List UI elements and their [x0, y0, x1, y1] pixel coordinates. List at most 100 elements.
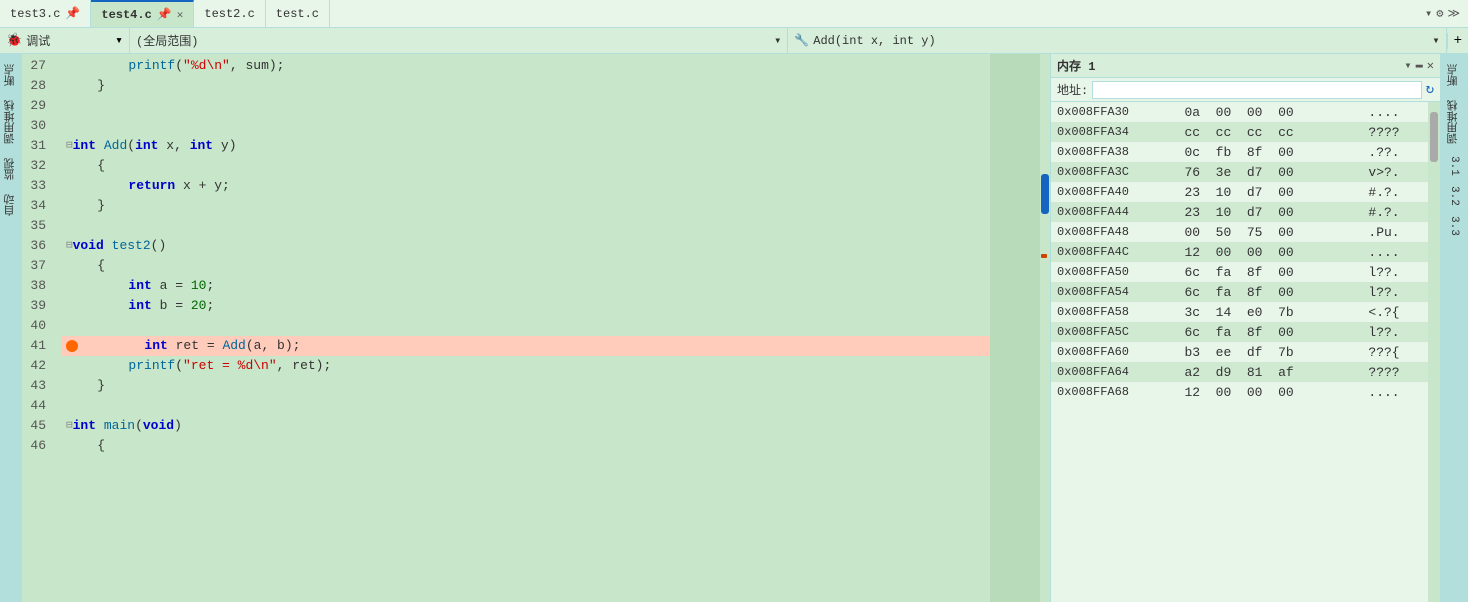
code-line-44[interactable] [62, 396, 990, 416]
mem-bytes-2: 0c fb 8f 00 [1178, 142, 1362, 162]
code-line-40[interactable] [62, 316, 990, 336]
line-num-29: 29 [22, 96, 54, 116]
memory-minimize-icon[interactable]: ▬ [1416, 58, 1423, 73]
code-line-27[interactable]: printf ( "%d\n" , sum); [62, 56, 990, 76]
code-line-46[interactable]: { [62, 436, 990, 456]
sidebar-item-watch[interactable]: 监视 [1, 152, 21, 186]
code-line-45[interactable]: ⊟ int main ( void ) [62, 416, 990, 436]
mem-chars-1: ???? [1362, 122, 1428, 142]
editor-scrollbar-thumb[interactable] [1041, 174, 1049, 214]
line-num-35: 35 [22, 216, 54, 236]
mem-addr-9: 0x008FFA54 [1051, 282, 1178, 302]
right-sidebar-item-2[interactable]: 调用堆栈 [1444, 94, 1464, 150]
memory-row-1: 0x008FFA34 cc cc cc cc ???? [1051, 122, 1428, 142]
collapse-marker-45[interactable]: ⊟ [66, 416, 73, 436]
memory-row-14: 0x008FFA68 12 00 00 00 .... [1051, 382, 1428, 402]
code-line-36[interactable]: ⊟ void test2 () [62, 236, 990, 256]
breakpoint-dot-41[interactable] [66, 340, 78, 352]
code-line-35[interactable] [62, 216, 990, 236]
tab-extra-icon[interactable]: ≫ [1447, 6, 1460, 21]
tab-bar: test3.c 📌 test4.c 📌 ✕ test2.c test.c ▾ ⚙… [0, 0, 1468, 28]
tab-test2c-label: test2.c [204, 7, 254, 21]
mem-addr-10: 0x008FFA58 [1051, 302, 1178, 322]
code-line-43[interactable]: } [62, 376, 990, 396]
code-line-42[interactable]: printf ( "ret = %d\n" , ret); [62, 356, 990, 376]
address-input[interactable] [1092, 81, 1421, 99]
address-bar: 地址: ↻ [1051, 78, 1440, 102]
toolbar-scope-label: (全局范围) [136, 32, 198, 49]
mem-chars-5: #.?. [1362, 202, 1428, 222]
mem-chars-9: l??. [1362, 282, 1428, 302]
code-line-28[interactable]: } [62, 76, 990, 96]
memory-dropdown-icon[interactable]: ▾ [1404, 58, 1411, 73]
sidebar-item-breakpoints[interactable]: 断点 [1, 58, 21, 92]
memory-table-container[interactable]: 0x008FFA30 0a 00 00 00 .... 0x008FFA34 c… [1051, 102, 1428, 602]
collapse-marker-31[interactable]: ⊟ [66, 136, 73, 156]
toolbar-scope-dropdown[interactable]: (全局范围) ▾ [130, 28, 788, 53]
tab-settings-icon[interactable]: ⚙ [1436, 6, 1443, 21]
line-num-40: 40 [22, 316, 54, 336]
code-line-34[interactable]: } [62, 196, 990, 216]
code-line-31[interactable]: ⊟ int Add ( int x, int y) [62, 136, 990, 156]
mem-addr-11: 0x008FFA5C [1051, 322, 1178, 342]
memory-row-13: 0x008FFA64 a2 d9 81 af ???? [1051, 362, 1428, 382]
code-line-32[interactable]: { [62, 156, 990, 176]
mem-addr-8: 0x008FFA50 [1051, 262, 1178, 282]
memory-row-0: 0x008FFA30 0a 00 00 00 .... [1051, 102, 1428, 122]
memory-close-icon[interactable]: ✕ [1427, 58, 1434, 73]
toolbar-function-dropdown[interactable]: 🔧 Add(int x, int y) ▾ [788, 28, 1446, 53]
line-num-36: 36 [22, 236, 54, 256]
tab-test2c[interactable]: test2.c [194, 0, 265, 27]
collapse-marker-36[interactable]: ⊟ [66, 236, 73, 256]
code-line-38[interactable]: int a = 10 ; [62, 276, 990, 296]
memory-row-6: 0x008FFA48 00 50 75 00 .Pu. [1051, 222, 1428, 242]
address-label: 地址: [1057, 81, 1088, 98]
code-line-39[interactable]: int b = 20 ; [62, 296, 990, 316]
tab-dropdown-icon[interactable]: ▾ [1425, 6, 1432, 21]
main-content: 断点 调用堆栈 监视 自动 27 28 29 30 31 32 33 34 35… [0, 54, 1468, 602]
mem-bytes-14: 12 00 00 00 [1178, 382, 1362, 402]
memory-scrollbar[interactable] [1428, 102, 1440, 602]
toolbar-debug-label: 调试 [26, 32, 50, 49]
mem-chars-13: ???? [1362, 362, 1428, 382]
code-line-29[interactable] [62, 96, 990, 116]
mem-bytes-3: 76 3e d7 00 [1178, 162, 1362, 182]
mem-chars-12: ???{ [1362, 342, 1428, 362]
code-line-41[interactable]: int ret = Add (a, b); [62, 336, 990, 356]
mem-bytes-11: 6c fa 8f 00 [1178, 322, 1362, 342]
line-num-32: 32 [22, 156, 54, 176]
right-panel-label-3: 3.3 [1446, 212, 1462, 240]
mem-chars-14: .... [1362, 382, 1428, 402]
line-num-34: 34 [22, 196, 54, 216]
toolbar-debug-dropdown-icon[interactable]: ▾ [115, 33, 123, 48]
refresh-button[interactable]: ↻ [1426, 81, 1434, 98]
mem-chars-10: <.?{ [1362, 302, 1428, 322]
tab-test4c[interactable]: test4.c 📌 ✕ [91, 0, 194, 27]
line-num-28: 28 [22, 76, 54, 96]
right-sidebar-item-1[interactable]: 断点 [1444, 58, 1464, 92]
toolbar: 🐞 调试 ▾ (全局范围) ▾ 🔧 Add(int x, int y) ▾ + [0, 28, 1468, 54]
code-line-33[interactable]: return x + y; [62, 176, 990, 196]
sidebar-item-auto[interactable]: 自动 [1, 188, 21, 222]
code-line-37[interactable]: { [62, 256, 990, 276]
tab-testc[interactable]: test.c [266, 0, 330, 27]
line-num-39: 39 [22, 296, 54, 316]
tab-test4c-label: test4.c [101, 8, 151, 22]
line-num-42: 42 [22, 356, 54, 376]
toolbar-scope-arrow: ▾ [774, 33, 781, 48]
tab-test4c-close[interactable]: ✕ [177, 8, 184, 22]
tab-test3c[interactable]: test3.c 📌 [0, 0, 91, 27]
mem-addr-14: 0x008FFA68 [1051, 382, 1178, 402]
right-sidebar: 断点 调用堆栈 3.1 3.2 3.3 [1440, 54, 1468, 602]
memory-scrollbar-thumb[interactable] [1430, 112, 1438, 162]
left-sidebar: 断点 调用堆栈 监视 自动 [0, 54, 22, 602]
line-num-27: 27 [22, 56, 54, 76]
code-editor: 27 28 29 30 31 32 33 34 35 36 37 38 39 4… [22, 54, 1050, 602]
toolbar-plus-button[interactable]: + [1447, 33, 1468, 49]
mem-addr-13: 0x008FFA64 [1051, 362, 1178, 382]
line-num-38: 38 [22, 276, 54, 296]
sidebar-item-callstack[interactable]: 调用堆栈 [1, 94, 21, 150]
mem-chars-6: .Pu. [1362, 222, 1428, 242]
line-num-31: 31 [22, 136, 54, 156]
code-line-30[interactable] [62, 116, 990, 136]
